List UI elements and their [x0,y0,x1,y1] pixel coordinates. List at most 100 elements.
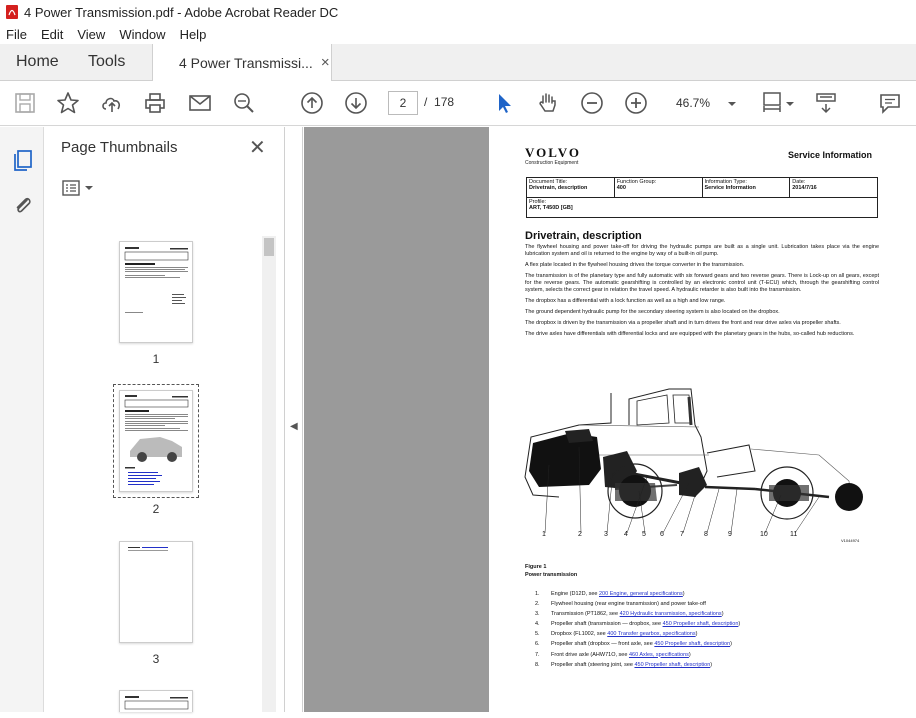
thumbnail-label-2: 2 [152,502,160,516]
thumbnail-options-menu[interactable] [62,180,93,196]
print-icon[interactable] [143,91,167,115]
upload-cloud-icon[interactable] [100,91,124,115]
panel-title: Page Thumbnails [61,139,178,156]
thumbnail-page-3-preview [128,547,168,551]
function-group-value: 400 [616,185,626,191]
legend-item: 8. Propeller shaft (steering joint, see 4… [535,661,713,668]
page-down-icon[interactable] [344,91,368,115]
page-up-icon[interactable] [300,91,324,115]
page-fit-icon[interactable] [760,91,784,115]
email-icon[interactable] [188,91,212,115]
collapse-arrow-icon[interactable]: ◀ [290,421,298,432]
doc-title-value: Drivetrain, description [529,185,588,191]
callout: 1 [542,531,546,538]
legend-link[interactable]: 420 Hydraulic transmission, specificatio… [620,611,722,617]
legend-link[interactable]: 450 Propeller shaft, description [654,641,730,647]
thumbnail-scrollbar-thumb[interactable] [264,238,274,256]
paragraph: The flywheel housing and power take-off … [525,244,879,258]
zoom-in-icon[interactable] [624,91,648,115]
thumbnail-page-2[interactable] [119,390,193,492]
window-title: 4 Power Transmission.pdf - Adobe Acrobat… [24,4,339,20]
left-navigation-rail [0,127,44,712]
select-pointer-icon[interactable] [492,91,516,115]
profile-value: ART, T450D [GB] [529,205,573,211]
figure-title: Power transmission [525,572,578,578]
callout: 10 [760,531,768,538]
menu-bar: File Edit View Window Help [0,24,916,44]
menu-view[interactable]: View [70,27,112,42]
panel-close-button[interactable]: ✕ [249,135,266,160]
callout: 6 [660,531,664,538]
thumbnail-page-1[interactable] [119,241,193,343]
legend-link[interactable]: 200 Engine, general specifications [599,591,683,597]
chevron-down-icon [85,186,93,190]
menu-window[interactable]: Window [112,27,172,42]
logo-subtitle: Construction Equipment [525,160,579,166]
callout: 5 [642,531,646,538]
page-total: / 178 [424,95,454,109]
comment-icon[interactable] [878,91,902,115]
legend-link[interactable]: 400 Transfer gearbox, specifications [607,631,695,637]
read-mode-icon[interactable] [814,91,838,115]
tab-home[interactable]: Home [16,44,59,80]
paragraph: The transmission is of the planetary typ… [525,272,879,294]
callout: 11 [790,531,798,538]
callout: 3 [604,531,608,538]
legend-item: 2. Flywheel housing (rear engine transmis… [535,601,706,608]
thumbnail-label-1: 1 [152,352,160,366]
section-heading: Drivetrain, description [525,230,642,242]
zoom-level-field[interactable]: 46.7% [668,91,738,115]
callout: 9 [728,531,732,538]
thumbnail-label-3: 3 [152,652,160,666]
paragraph: The drive axles have differentials with … [525,330,855,337]
thumbnail-page-2-preview [124,395,189,485]
tab-document[interactable]: 4 Power Transmissi... × [152,44,332,81]
figure-caption: Figure 1 Power transmission [525,563,577,579]
tab-document-label: 4 Power Transmissi... [179,54,313,71]
bookmark-star-icon[interactable] [56,91,80,115]
legend-item: 7. Front drive axle (AHW71O, see 460 Axle… [535,651,691,658]
tab-close-button[interactable]: × [321,54,330,71]
page-number-input[interactable]: 2 [388,91,418,115]
tab-tools[interactable]: Tools [88,44,125,80]
list-options-icon [62,180,80,196]
search-zoom-icon[interactable] [232,91,256,115]
tab-bar: Home Tools 4 Power Transmissi... × [0,44,916,81]
attachment-paperclip-icon[interactable] [12,194,34,216]
legend-item: 4. Propeller shaft (transmission — dropbo… [535,621,741,628]
figure-id: V1044974 [841,538,860,543]
thumbnail-scrollbar[interactable] [262,236,276,712]
figure-legend: 1. Engine (D12D, see 200 Engine, general … [535,589,740,670]
legend-item: 1. Engine (D12D, see 200 Engine, general … [535,591,685,597]
paragraph: The dropbox has a differential with a lo… [525,298,726,305]
menu-file[interactable]: File [0,27,34,42]
figure-label: Figure 1 [525,564,547,570]
acrobat-pdf-icon [6,5,18,19]
page-fit-dropdown-icon[interactable] [784,91,796,115]
legend-link[interactable]: 450 Propeller shaft, description [663,621,739,627]
menu-edit[interactable]: Edit [34,27,70,42]
toolbar [0,81,916,126]
thumbnail-page-3[interactable] [119,541,193,643]
figure-callouts: 1 2 3 4 5 6 7 8 9 10 11 [519,531,864,543]
page-thumbnails-icon[interactable] [12,149,34,171]
legend-item: 3. Transmission (PT1862, see 420 Hydrauli… [535,611,724,618]
callout: 4 [624,531,628,538]
title-bar: 4 Power Transmission.pdf - Adobe Acrobat… [0,0,916,24]
legend-link[interactable]: 460 Axles, specifications [629,652,689,658]
service-info-header: Service Information [788,150,873,160]
zoom-out-icon[interactable] [580,91,604,115]
panel-collapse-bar[interactable]: ◀ [285,127,303,712]
legend-link[interactable]: 450 Propeller shaft, description [634,662,710,668]
callout: 2 [578,531,582,538]
hand-pan-icon[interactable] [536,91,560,115]
menu-help[interactable]: Help [173,27,214,42]
thumbnail-page-4[interactable] [119,690,193,712]
volvo-logo: VOLVO [525,145,581,160]
total-pages: 178 [434,95,455,109]
save-icon[interactable] [13,91,37,115]
thumbnail-page-1-preview [124,247,189,313]
drivetrain-illustration [524,388,863,534]
paragraph: The ground dependent hydraulic pump for … [525,309,780,316]
document-info-table: Document Title: Drivetrain, description F… [526,177,878,218]
